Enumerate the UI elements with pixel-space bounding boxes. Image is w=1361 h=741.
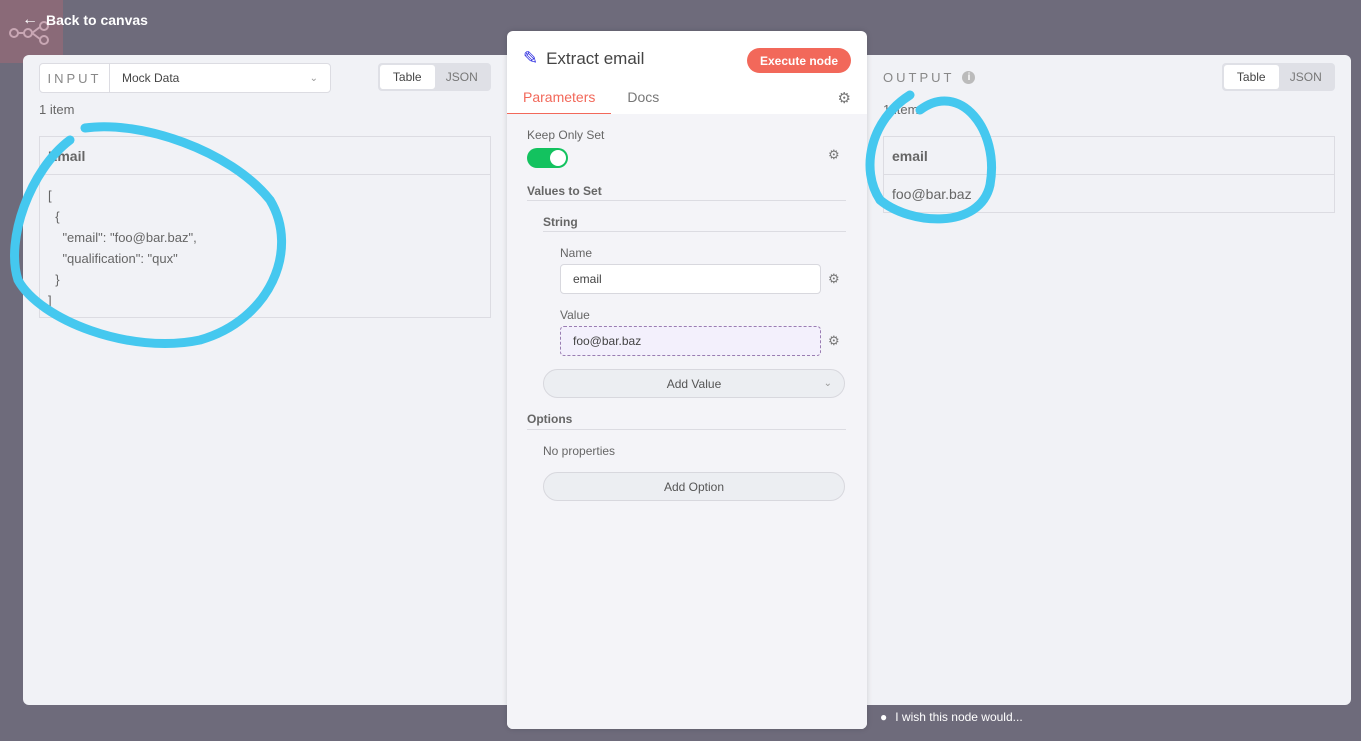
- chevron-down-icon: ⌄: [309, 72, 318, 84]
- node-header: ✎ Extract email: [523, 48, 644, 69]
- input-pane-label: INPUT: [40, 64, 110, 92]
- divider: [543, 231, 846, 232]
- output-table-cell: foo@bar.baz: [892, 186, 972, 202]
- string-group-label: String: [543, 215, 578, 229]
- input-node-select-value: Mock Data: [122, 71, 180, 85]
- json-line: [: [48, 188, 52, 203]
- name-label: Name: [560, 246, 593, 260]
- feedback-link[interactable]: ● I wish this node would...: [880, 710, 1023, 724]
- divider: [527, 429, 846, 430]
- divider: [527, 200, 846, 201]
- back-to-canvas-button[interactable]: ← Back to canvas: [22, 10, 148, 30]
- output-view-json-option[interactable]: JSON: [1279, 65, 1334, 89]
- input-column-header: Email: [40, 137, 490, 175]
- keep-only-set-options-icon[interactable]: ⚙: [828, 147, 840, 163]
- keep-only-set-toggle[interactable]: [527, 148, 568, 168]
- node-settings-panel: ✎ Extract email Execute node Parameters …: [507, 31, 867, 729]
- node-tabs: Parameters Docs: [507, 83, 867, 115]
- json-line: ]: [48, 293, 52, 308]
- values-to-set-label: Values to Set: [527, 184, 602, 198]
- lightbulb-icon: ●: [880, 710, 888, 724]
- execute-node-button[interactable]: Execute node: [746, 48, 851, 73]
- toggle-knob: [550, 150, 566, 166]
- name-options-icon[interactable]: ⚙: [828, 271, 840, 287]
- output-column-header: email: [884, 137, 1334, 175]
- pencil-icon[interactable]: ✎: [523, 48, 538, 69]
- name-input-value: email: [573, 272, 602, 286]
- json-line: "email": "foo@bar.baz",: [48, 230, 197, 245]
- gear-icon[interactable]: ⚙: [838, 89, 851, 107]
- options-label: Options: [527, 412, 573, 426]
- back-to-canvas-label: Back to canvas: [46, 12, 148, 28]
- json-line: {: [48, 209, 60, 224]
- feedback-label: I wish this node would...: [895, 710, 1023, 724]
- input-selector: INPUT Mock Data ⌄: [39, 63, 331, 93]
- add-option-button[interactable]: Add Option: [543, 472, 845, 501]
- add-value-label: Add Value: [666, 376, 722, 391]
- value-input[interactable]: foo@bar.baz: [560, 326, 821, 356]
- output-view-toggle: Table JSON: [1222, 63, 1335, 91]
- input-item-count: 1 item: [39, 102, 75, 117]
- add-option-label: Add Option: [663, 479, 725, 494]
- add-value-button[interactable]: Add Value ⌄: [543, 369, 845, 398]
- output-item-count: 1 item: [883, 102, 919, 117]
- tab-parameters[interactable]: Parameters: [507, 83, 612, 115]
- output-pane-header: OUTPUT i: [883, 70, 976, 85]
- output-pane-label: OUTPUT: [883, 70, 955, 85]
- arrow-left-icon: ←: [22, 11, 38, 28]
- name-input[interactable]: email: [560, 264, 821, 294]
- input-node-select[interactable]: Mock Data ⌄: [110, 64, 330, 92]
- output-view-table-option[interactable]: Table: [1224, 65, 1279, 89]
- parameters-body: Keep Only Set ⚙ Values to Set String Nam…: [507, 114, 867, 729]
- input-view-json-option[interactable]: JSON: [435, 65, 490, 89]
- output-data-table: email foo@bar.baz: [883, 136, 1335, 213]
- input-view-toggle: Table JSON: [378, 63, 491, 91]
- chevron-down-icon: ⌄: [823, 378, 832, 389]
- info-icon[interactable]: i: [962, 71, 976, 84]
- value-label: Value: [560, 308, 590, 322]
- json-line: }: [48, 272, 60, 287]
- input-view-table-option[interactable]: Table: [380, 65, 435, 89]
- json-line: "qualification": "qux": [48, 251, 178, 266]
- tab-docs[interactable]: Docs: [611, 83, 675, 115]
- input-data-table: Email [ { "email": "foo@bar.baz", "quali…: [39, 136, 491, 318]
- value-options-icon[interactable]: ⚙: [828, 333, 840, 349]
- input-json-cell: [ { "email": "foo@bar.baz", "qualificati…: [40, 175, 490, 321]
- node-title[interactable]: Extract email: [546, 49, 644, 69]
- value-input-value: foo@bar.baz: [573, 334, 642, 348]
- keep-only-set-label: Keep Only Set: [527, 128, 605, 142]
- no-properties-text: No properties: [543, 444, 616, 458]
